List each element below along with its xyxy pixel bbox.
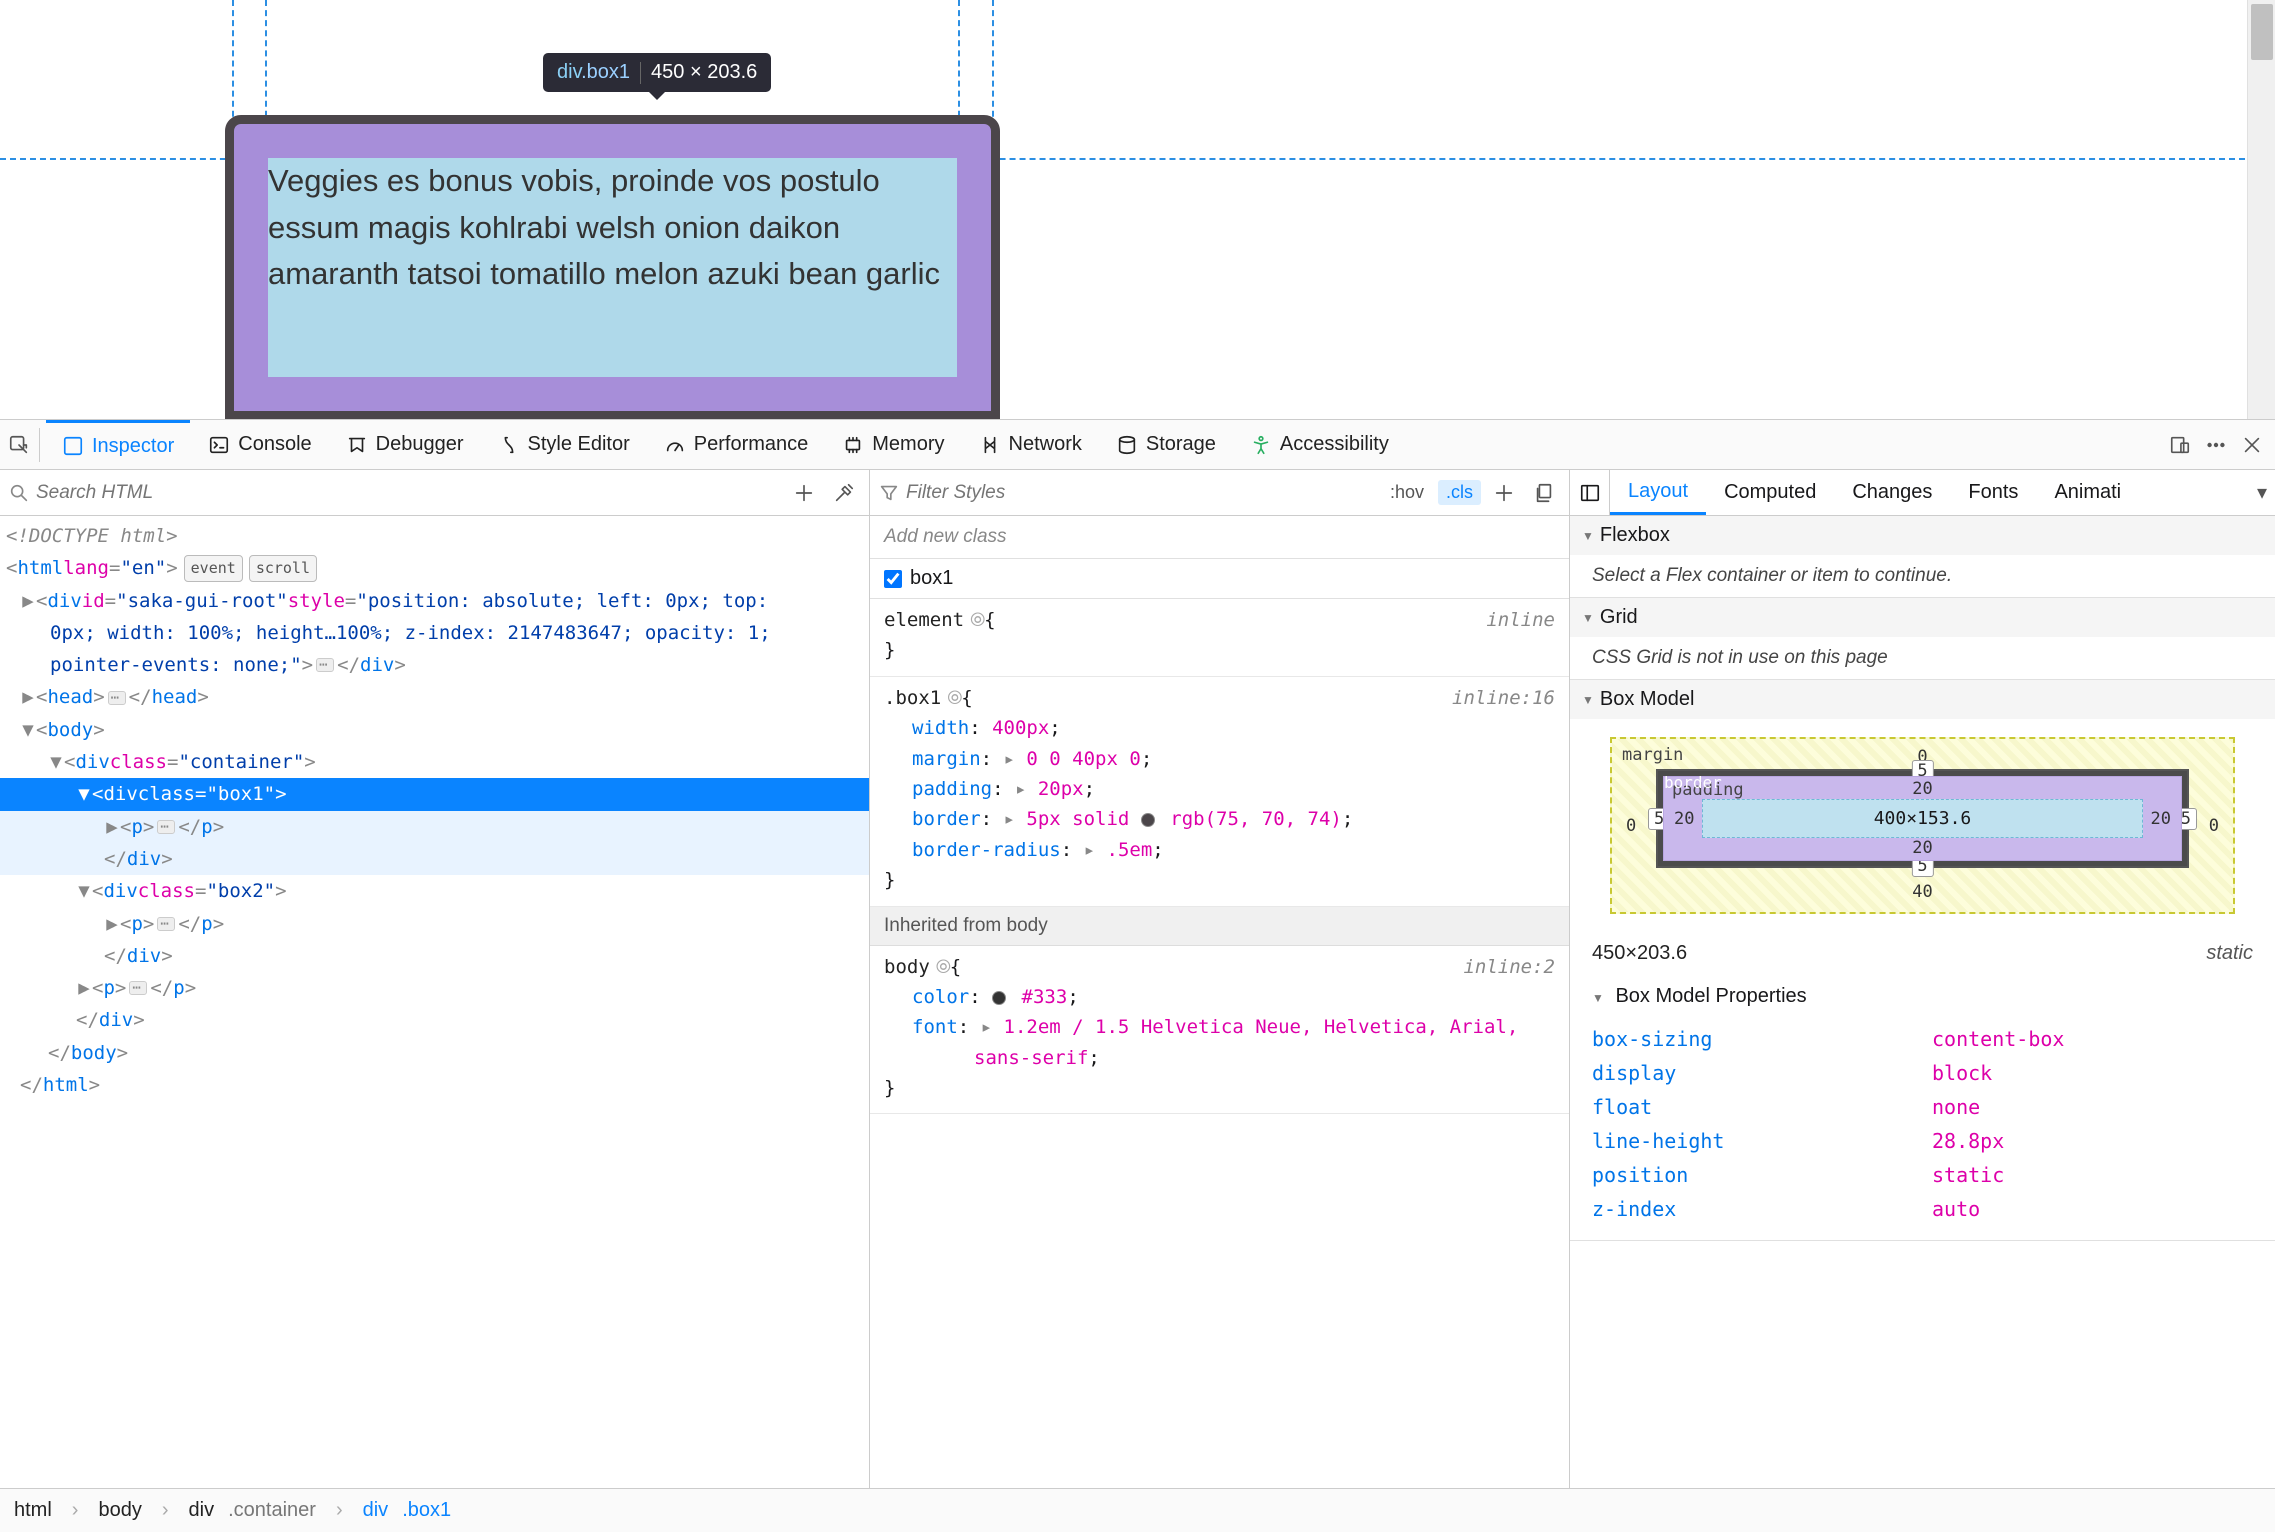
right-tab-fonts[interactable]: Fonts: [1950, 470, 2036, 515]
tab-network-label: Network: [1009, 433, 1082, 456]
element-tooltip: div.box1 450 × 203.6: [543, 53, 771, 92]
cls-button[interactable]: .cls: [1438, 480, 1481, 505]
responsive-design-button[interactable]: [2163, 428, 2197, 462]
tab-inspector[interactable]: Inspector: [46, 420, 190, 469]
boxmodel-section-header[interactable]: ▼Box Model: [1570, 680, 2275, 719]
tab-accessibility-label: Accessibility: [1280, 433, 1389, 456]
box-dims: 450×203.6: [1592, 942, 1687, 965]
dom-pane: <!DOCTYPE html> <html lang="en">eventscr…: [0, 470, 870, 1488]
ellipsis-icon[interactable]: [108, 691, 126, 705]
grip-icon: ⦾: [936, 952, 950, 966]
color-swatch[interactable]: [992, 991, 1006, 1005]
doctype: <!DOCTYPE html>: [6, 520, 178, 552]
element-picker-button[interactable]: [6, 428, 40, 462]
badge-scroll[interactable]: scroll: [249, 555, 317, 583]
dom-tree[interactable]: <!DOCTYPE html> <html lang="en">eventscr…: [0, 516, 869, 1488]
right-tab-computed[interactable]: Computed: [1706, 470, 1834, 515]
tab-accessibility[interactable]: Accessibility: [1234, 420, 1405, 469]
tab-console-label: Console: [238, 433, 311, 456]
devtools-toolbar: Inspector Console Debugger Style Editor …: [0, 420, 2275, 470]
border-label: border: [1664, 773, 1722, 792]
sidebar-toggle-icon[interactable]: [1570, 470, 1610, 515]
inherited-from-label: Inherited from body: [870, 907, 1569, 946]
search-icon: [8, 482, 30, 504]
hov-button[interactable]: :hov: [1382, 480, 1432, 505]
add-element-button[interactable]: [787, 476, 821, 510]
margin-label: margin: [1622, 745, 1683, 765]
tab-debugger[interactable]: Debugger: [330, 420, 480, 469]
grid-body: CSS Grid is not in use on this page: [1570, 637, 2275, 679]
tab-memory-label: Memory: [872, 433, 944, 456]
preview-scrollbar[interactable]: [2247, 0, 2275, 419]
layout-pane: Layout Computed Changes Fonts Animati ▾ …: [1570, 470, 2275, 1488]
rule-body[interactable]: body ⦾ {inline:2 color: #333; font: ▸ 1.…: [870, 946, 1569, 1115]
filter-icon: [878, 482, 900, 504]
tab-storage[interactable]: Storage: [1100, 420, 1232, 469]
new-rule-button[interactable]: [1487, 476, 1521, 510]
color-swatch[interactable]: [1141, 813, 1155, 827]
tab-storage-label: Storage: [1146, 433, 1216, 456]
tab-performance[interactable]: Performance: [648, 420, 825, 469]
rule-box1[interactable]: .box1 ⦾ {inline:16 width: 400px; margin:…: [870, 677, 1569, 907]
eyedropper-button[interactable]: [827, 476, 861, 510]
preview-pane: Veggies es bonus vobis, proinde vos post…: [0, 0, 2275, 420]
class-checkbox-input[interactable]: [884, 570, 902, 588]
tooltip-dims: 450 × 203.6: [651, 61, 757, 84]
box-model-diagram[interactable]: margin 0 40 0 0 border 5 5 5 5: [1570, 719, 2275, 932]
grid-section-header[interactable]: ▼Grid: [1570, 598, 2275, 637]
breadcrumb[interactable]: html› body› div.container› div.box1: [0, 1488, 2275, 1532]
badge-event[interactable]: event: [184, 555, 243, 583]
box-position: static: [2206, 942, 2253, 965]
grip-icon: ⦾: [970, 605, 984, 619]
ellipsis-icon[interactable]: [157, 820, 175, 834]
right-tabs-overflow[interactable]: ▾: [2249, 480, 2275, 505]
filter-styles-input[interactable]: [906, 482, 1376, 504]
tab-performance-label: Performance: [694, 433, 809, 456]
ellipsis-icon[interactable]: [157, 917, 175, 931]
close-devtools-button[interactable]: [2235, 428, 2269, 462]
content-dims: 400×153.6: [1702, 799, 2143, 838]
box-model-properties-header[interactable]: ▼ Box Model Properties: [1570, 975, 2275, 1018]
tab-style-editor-label: Style Editor: [528, 433, 630, 456]
flexbox-section-header[interactable]: ▼Flexbox: [1570, 516, 2275, 555]
add-new-class-input[interactable]: Add new class: [870, 516, 1569, 559]
ellipsis-icon[interactable]: [129, 981, 147, 995]
tab-style-editor[interactable]: Style Editor: [482, 420, 646, 469]
right-tab-layout[interactable]: Layout: [1610, 470, 1706, 515]
tab-inspector-label: Inspector: [92, 435, 174, 458]
copy-styles-button[interactable]: [1527, 476, 1561, 510]
box-model-properties: box-sizingcontent-box displayblock float…: [1570, 1018, 2275, 1240]
right-tab-animations[interactable]: Animati: [2036, 470, 2139, 515]
dom-search-input[interactable]: [36, 482, 781, 504]
class-checkbox-box1[interactable]: box1: [870, 559, 1569, 599]
grip-icon: ⦾: [947, 683, 961, 697]
flexbox-body: Select a Flex container or item to conti…: [1570, 555, 2275, 597]
right-tab-changes[interactable]: Changes: [1834, 470, 1950, 515]
kebab-menu-button[interactable]: [2199, 428, 2233, 462]
styles-pane: :hov .cls Add new class box1 element ⦾ {…: [870, 470, 1570, 1488]
tab-debugger-label: Debugger: [376, 433, 464, 456]
tab-network[interactable]: Network: [963, 420, 1098, 469]
tab-console[interactable]: Console: [192, 420, 327, 469]
tooltip-class: .box1: [581, 61, 630, 83]
rule-element[interactable]: element ⦾ {inline }: [870, 599, 1569, 677]
tab-memory[interactable]: Memory: [826, 420, 960, 469]
box1-text: Veggies es bonus vobis, proinde vos post…: [268, 163, 940, 291]
highlighted-element-box1: Veggies es bonus vobis, proinde vos post…: [225, 115, 1000, 420]
ellipsis-icon[interactable]: [316, 658, 334, 672]
tooltip-tag: div: [557, 61, 581, 83]
selected-node-box1[interactable]: ▼<div class="box1">: [0, 778, 869, 810]
